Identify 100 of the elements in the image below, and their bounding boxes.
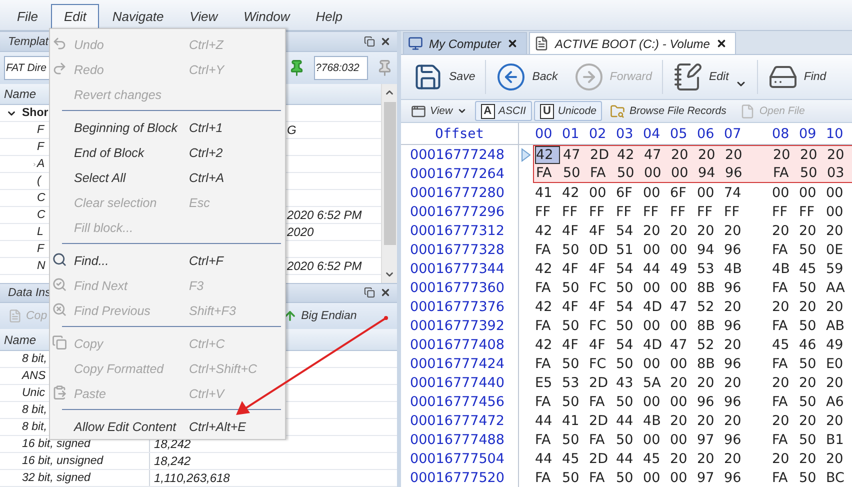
hex-byte: 20 xyxy=(826,412,844,428)
view-toolbar-button[interactable]: A ASCII xyxy=(474,101,532,121)
hex-byte: FA xyxy=(772,394,789,410)
view-toolbar-button[interactable]: View xyxy=(405,101,473,121)
hex-byte: 96 xyxy=(724,394,742,410)
hex-byte: FA xyxy=(772,318,789,334)
offset-cell: 00016777344 xyxy=(401,259,519,278)
close-icon[interactable] xyxy=(380,36,391,47)
hex-byte: 00 xyxy=(589,184,608,200)
hex-byte: 20 xyxy=(670,374,688,390)
tree-item-name: C xyxy=(37,192,46,204)
hex-byte: FA xyxy=(590,165,607,181)
restore-icon[interactable] xyxy=(364,36,375,47)
hex-byte: 44 xyxy=(616,450,634,466)
hex-byte: 20 xyxy=(697,450,716,466)
hex-byte: 50 xyxy=(799,394,818,410)
column-header: 02 xyxy=(589,126,608,142)
hex-byte: 96 xyxy=(724,318,742,334)
toolbar-button[interactable]: Edit xyxy=(666,58,753,96)
hex-byte: 50 xyxy=(616,470,634,486)
hex-byte: 74 xyxy=(724,184,742,200)
scrollbar[interactable] xyxy=(381,84,397,283)
data-value: 18,242 xyxy=(153,437,191,451)
close-icon[interactable] xyxy=(380,287,391,298)
hex-byte: 4D xyxy=(643,336,663,352)
hex-byte: 4F xyxy=(562,336,580,352)
hex-byte: FA xyxy=(536,165,553,181)
hex-byte: 00 xyxy=(643,470,662,486)
magnifier-icon xyxy=(52,276,67,292)
menu-bar-item[interactable]: Navigate xyxy=(99,4,177,29)
hex-byte: 20 xyxy=(670,222,688,238)
hex-byte: 50 xyxy=(616,318,634,334)
offset-cell: 00016777328 xyxy=(401,240,519,259)
column-header: 01 xyxy=(562,126,580,142)
hex-byte: FA xyxy=(589,394,606,410)
hex-byte: 96 xyxy=(724,470,742,486)
hex-byte: 4F xyxy=(562,298,580,314)
hex-byte: 96 xyxy=(724,242,742,258)
hex-byte: 96 xyxy=(725,165,744,181)
hex-byte: 2D xyxy=(589,412,609,428)
hex-byte: 20 xyxy=(826,374,844,390)
offset-cell: 00016777376 xyxy=(401,297,519,316)
hex-byte: FA xyxy=(535,318,552,334)
toolbar-button[interactable]: Save xyxy=(407,58,482,96)
data-value: 1,110,263,618 xyxy=(153,471,230,485)
menu-item[interactable]: Select All Ctrl+A xyxy=(50,165,285,190)
offset-header: Offset xyxy=(401,123,519,144)
menu-item[interactable]: Beginning of Block Ctrl+1 xyxy=(50,115,285,140)
close-icon[interactable] xyxy=(716,38,727,49)
menu-bar-item[interactable]: Edit xyxy=(50,4,100,29)
menu-item[interactable]: Find... Ctrl+F xyxy=(50,248,285,273)
hex-byte: 42 xyxy=(562,184,580,200)
document-tab[interactable]: My Computer xyxy=(403,32,528,54)
tree-item-value: 2020 6:52 PM xyxy=(287,259,362,273)
menu-bar-item[interactable]: View xyxy=(176,4,231,29)
restore-icon[interactable] xyxy=(364,287,375,298)
column-header[interactable]: Name xyxy=(4,87,36,101)
column-header: 09 xyxy=(799,126,818,142)
menu-bar-item[interactable]: Window xyxy=(230,4,303,29)
offset-cell: 00016777440 xyxy=(401,373,519,392)
hex-byte: 51 xyxy=(616,242,634,258)
hex-byte: 20 xyxy=(670,412,688,428)
hex-byte: 46 xyxy=(799,336,818,352)
offset-field[interactable]: ?768:032 xyxy=(314,56,368,80)
view-toolbar-button[interactable]: Browse File Records xyxy=(604,101,732,121)
tree-item-name: A xyxy=(37,158,46,170)
hex-byte: FF xyxy=(616,204,633,220)
hex-byte: 5A xyxy=(643,374,662,390)
hex-byte: 20 xyxy=(800,147,818,163)
column-header: 10 xyxy=(826,126,844,142)
hex-byte: 49 xyxy=(826,336,844,352)
menu-bar-item[interactable]: Help xyxy=(302,4,356,29)
column-header: 06 xyxy=(697,126,716,142)
hex-byte: AA xyxy=(826,280,846,296)
hex-byte: 45 xyxy=(643,450,662,466)
hex-byte: 42 xyxy=(535,298,554,314)
hex-byte: 4F xyxy=(589,298,606,314)
hex-byte: 20 xyxy=(697,374,716,390)
offset-cell: 00016777472 xyxy=(401,411,519,430)
view-toolbar-button[interactable]: U Unicode xyxy=(534,101,602,121)
hex-byte: 00 xyxy=(644,165,662,181)
undo-icon xyxy=(52,36,67,50)
column-header: 03 xyxy=(616,126,634,142)
column-header[interactable]: Name xyxy=(4,332,36,346)
toolbar-button[interactable]: Back xyxy=(490,58,564,96)
redo-icon xyxy=(52,60,67,76)
hex-byte: 49 xyxy=(670,260,688,276)
document-tab[interactable]: ACTIVE BOOT (C:) - Volume xyxy=(529,32,736,54)
hex-byte: 2D xyxy=(589,450,609,466)
hex-byte: 20 xyxy=(724,412,742,428)
tree-item-name: L xyxy=(37,226,44,238)
menu-item[interactable]: End of Block Ctrl+2 xyxy=(50,140,285,165)
offset-cell: 00016777248 xyxy=(401,145,519,164)
close-icon[interactable] xyxy=(507,38,518,49)
offset-cell: 00016777280 xyxy=(401,183,519,202)
hex-byte: 20 xyxy=(772,222,790,238)
hex-byte: 00 xyxy=(670,394,688,410)
menu-bar-item[interactable]: File xyxy=(4,4,51,29)
toolbar-button[interactable]: Find xyxy=(762,58,832,96)
tree-item-name: C xyxy=(37,209,46,221)
